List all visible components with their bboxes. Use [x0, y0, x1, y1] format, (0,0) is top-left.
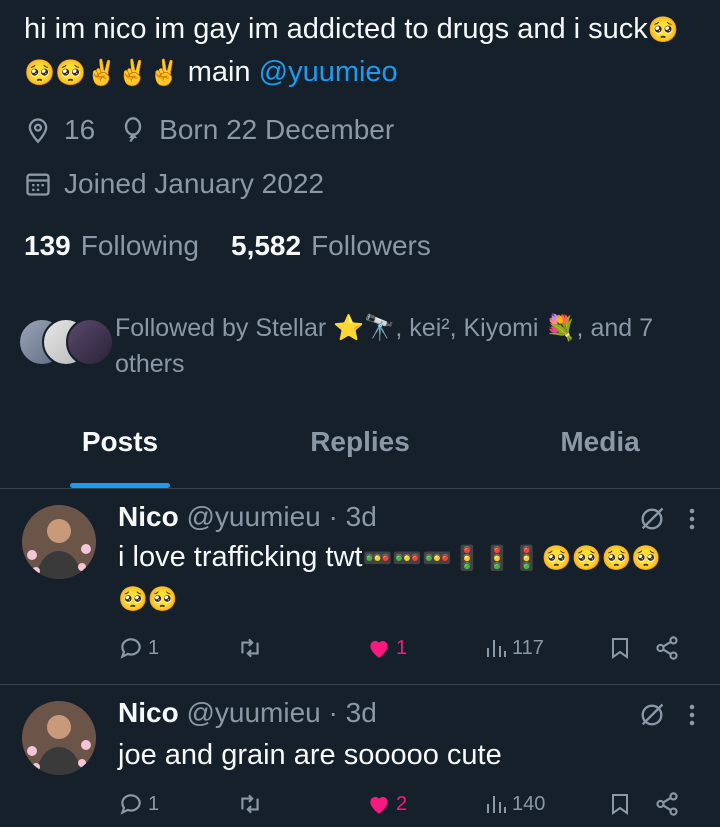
- retweet-icon: [241, 794, 259, 814]
- birthday-text: Born 22 December: [159, 114, 395, 145]
- followed-by-text[interactable]: Followed by Stellar ⭐🔭, kei², Kiyomi 💐, …: [115, 310, 705, 382]
- tab-media[interactable]: Media: [480, 410, 720, 488]
- views-button[interactable]: 117: [484, 636, 608, 660]
- post-time[interactable]: · 3d: [329, 697, 377, 728]
- following-count: 139: [24, 230, 71, 261]
- post-author-handle[interactable]: @yuumieu: [186, 501, 320, 532]
- post[interactable]: Nico @yuumieu · 3d i love trafficking tw…: [0, 489, 720, 685]
- views-count: 140: [512, 792, 546, 815]
- post-text-content: joe and grain are sooooo cute: [118, 739, 502, 771]
- post-text-content: i love trafficking twt: [118, 541, 363, 573]
- post-author-avatar[interactable]: [22, 701, 96, 775]
- bookmark-icon: [612, 794, 628, 815]
- like-button[interactable]: 2: [366, 791, 484, 817]
- post-text: joe and grain are sooooo cute: [118, 735, 688, 775]
- post-author-avatar[interactable]: [22, 505, 96, 579]
- post-actions: 1 2 140: [118, 791, 688, 817]
- grok-icon[interactable]: [638, 701, 666, 729]
- share-button[interactable]: [654, 791, 680, 817]
- retweet-button[interactable]: [236, 635, 366, 661]
- views-button[interactable]: 140: [484, 792, 608, 816]
- followed-by-avatars[interactable]: [18, 318, 114, 366]
- bio-text: hi im nico im gay im addicted to drugs a…: [24, 13, 648, 45]
- bio-main-label: main: [187, 56, 251, 88]
- post-author-handle[interactable]: @yuumieu: [186, 697, 320, 728]
- post-author-name[interactable]: Nico: [118, 697, 179, 728]
- post-text: i love trafficking twt🚥🚥🚥🚦🚦🚦🥺🥺🥺🥺🥺🥺: [118, 537, 688, 619]
- tab-replies[interactable]: Replies: [240, 410, 480, 488]
- post-header: Nico @yuumieu · 3d: [118, 697, 377, 729]
- tab-posts[interactable]: Posts: [0, 410, 240, 488]
- more-options-icon[interactable]: [688, 703, 696, 727]
- location-text: 16: [64, 114, 96, 145]
- retweet-button[interactable]: [236, 791, 366, 817]
- follow-counts: 139 Following 5,582 Followers: [24, 230, 431, 262]
- tab-replies-label: Replies: [310, 426, 410, 457]
- location-pin-icon: [24, 116, 52, 144]
- like-count: 1: [396, 636, 408, 659]
- reply-count: 1: [148, 792, 160, 815]
- more-options-icon[interactable]: [688, 507, 696, 531]
- retweet-icon: [241, 638, 259, 658]
- views-icon: [487, 796, 506, 813]
- bio-mention-link[interactable]: @yuumieo: [259, 56, 398, 88]
- joined-text: Joined January 2022: [64, 168, 324, 199]
- reply-button[interactable]: 1: [118, 635, 236, 661]
- views-count: 117: [512, 636, 544, 659]
- profile-tabs: Posts Replies Media: [0, 410, 720, 489]
- heart-icon: [370, 640, 388, 658]
- post-header: Nico @yuumieu · 3d: [118, 501, 377, 533]
- post-actions: 1 1 117: [118, 635, 688, 661]
- reply-button[interactable]: 1: [118, 791, 236, 817]
- avatar: [66, 318, 114, 366]
- reply-icon: [120, 794, 141, 815]
- followers-link[interactable]: 5,582 Followers: [231, 230, 431, 262]
- like-button[interactable]: 1: [366, 635, 484, 661]
- bookmark-button[interactable]: [608, 791, 654, 817]
- tab-media-label: Media: [560, 426, 640, 457]
- tab-posts-label: Posts: [81, 426, 159, 457]
- like-count: 2: [396, 792, 408, 815]
- share-icon: [656, 636, 678, 660]
- post-top-icons: [638, 505, 696, 533]
- balloon-icon: [119, 116, 147, 144]
- following-link[interactable]: 139 Following: [24, 230, 199, 262]
- post-time[interactable]: · 3d: [329, 501, 377, 532]
- share-icon: [656, 792, 678, 816]
- following-label: Following: [80, 230, 199, 261]
- post-top-icons: [638, 701, 696, 729]
- followers-count: 5,582: [231, 230, 302, 261]
- post-author-name[interactable]: Nico: [118, 501, 179, 532]
- followers-label: Followers: [311, 230, 431, 261]
- post[interactable]: Nico @yuumieu · 3d joe and grain are soo…: [0, 685, 720, 827]
- profile-bio: hi im nico im gay im addicted to drugs a…: [24, 8, 704, 94]
- heart-icon: [370, 796, 388, 814]
- joined-row: Joined January 2022: [24, 168, 324, 200]
- profile-meta-row: 16 Born 22 December: [24, 114, 394, 146]
- reply-icon: [120, 638, 141, 659]
- reply-count: 1: [148, 636, 160, 659]
- calendar-icon: [24, 170, 52, 198]
- grok-icon[interactable]: [638, 505, 666, 533]
- active-tab-indicator: [70, 483, 170, 488]
- bookmark-icon: [612, 638, 628, 659]
- bookmark-button[interactable]: [608, 635, 654, 661]
- share-button[interactable]: [654, 635, 680, 661]
- views-icon: [487, 640, 506, 657]
